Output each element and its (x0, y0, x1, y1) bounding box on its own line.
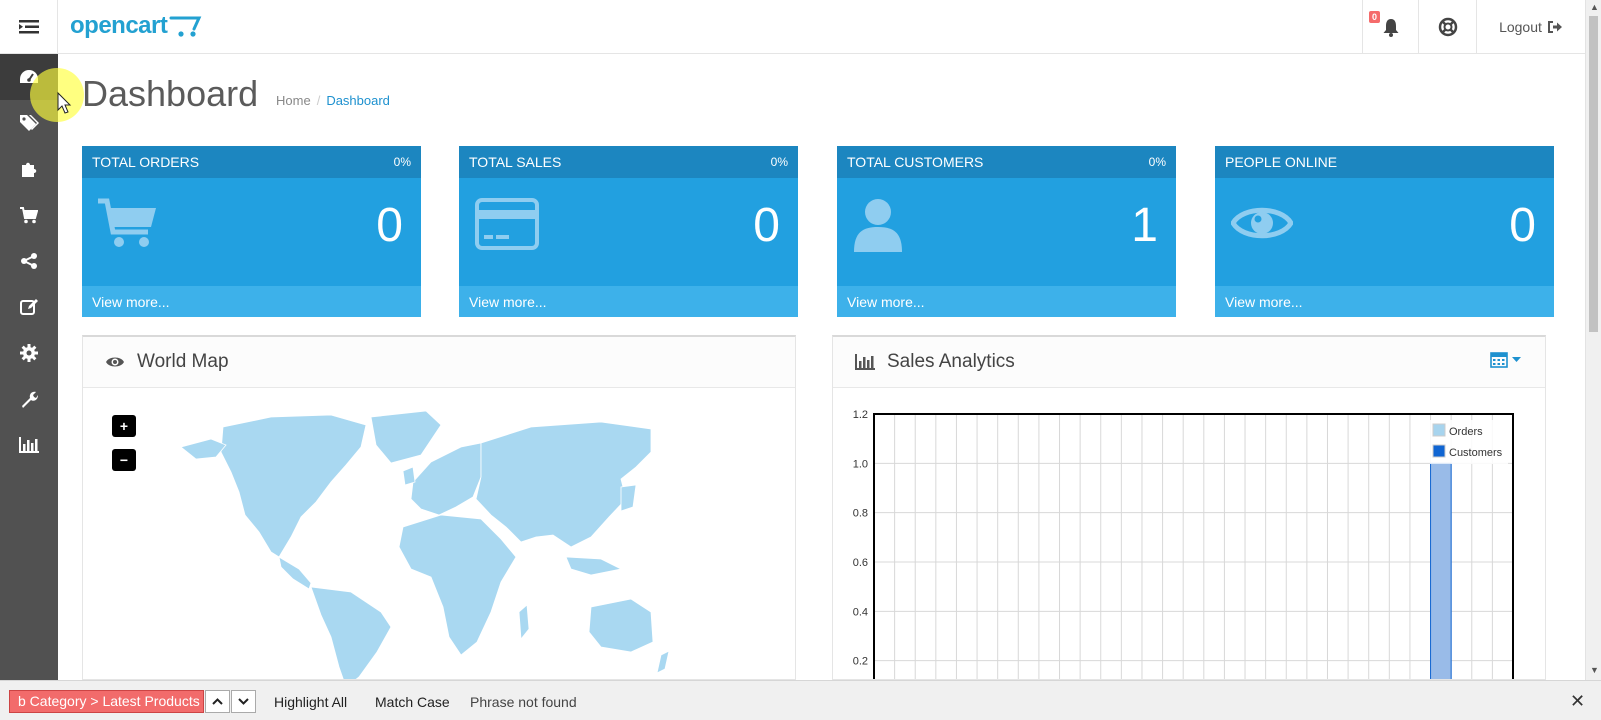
chart-y-tick-label: 1.0 (853, 458, 868, 470)
notifications-button[interactable] (1362, 0, 1418, 54)
browser-find-bar: b Category > Latest Products Highlight A… (0, 680, 1601, 720)
date-range-dropdown[interactable] (1490, 351, 1521, 368)
highlight-all-toggle[interactable]: Highlight All (274, 694, 347, 710)
scroll-down-arrow[interactable]: ▼ (1590, 665, 1599, 675)
world-map[interactable] (181, 407, 681, 680)
breadcrumb: Home / Dashboard (276, 93, 390, 108)
credit-card-icon (475, 198, 539, 250)
tile-percentage: 0% (770, 155, 788, 169)
tile-view-more-link[interactable]: View more... (459, 286, 798, 317)
bar-chart-icon (19, 437, 39, 453)
caret-down-icon (1512, 356, 1521, 362)
notification-badge: 0 (1369, 11, 1381, 23)
top-header: opencart 0 Logout (0, 0, 1585, 54)
breadcrumb-dashboard-link[interactable]: Dashboard (326, 93, 390, 108)
find-status: Phrase not found (470, 694, 577, 710)
find-input[interactable]: b Category > Latest Products (9, 690, 204, 713)
chart-bar (1430, 462, 1452, 679)
chart-legend-swatch (1432, 423, 1446, 437)
tile-view-more-link[interactable]: View more... (82, 286, 421, 317)
sidebar-item-customers[interactable] (0, 238, 58, 284)
bell-icon (1383, 18, 1398, 37)
chart-y-tick-label: 1.2 (853, 409, 868, 421)
logo-text: opencart (70, 12, 168, 39)
tile-view-more-link[interactable]: View more... (837, 286, 1176, 317)
menu-toggle-button[interactable] (0, 0, 58, 54)
world-map-panel: World Map + − (82, 335, 796, 680)
scroll-thumb[interactable] (1589, 16, 1598, 332)
tile-value: 0 (1509, 199, 1536, 252)
calendar-icon (1490, 352, 1508, 368)
map-zoom-out-button[interactable]: − (112, 449, 136, 471)
logout-label: Logout (1499, 19, 1542, 35)
sidebar-item-tools[interactable] (0, 376, 58, 422)
tile-title: TOTAL SALES (469, 154, 562, 170)
tile-value: 0 (376, 199, 403, 252)
logout-button[interactable]: Logout (1476, 0, 1585, 54)
cart-icon (98, 198, 156, 247)
chart-y-tick-label: 0.2 (853, 656, 868, 668)
page-scrollbar[interactable]: ▲ ▼ (1585, 0, 1601, 680)
tile-value: 0 (753, 199, 780, 252)
eye-icon (106, 357, 124, 367)
chart-legend-swatch (1432, 444, 1446, 458)
life-ring-icon (1438, 17, 1457, 37)
chart-plot-area (874, 414, 1513, 679)
find-previous-button[interactable] (205, 690, 230, 713)
tile-title: PEOPLE ONLINE (1225, 154, 1338, 170)
sales-analytics-panel: Sales Analytics 1.2 1.0 0.8 0.6 0.4 0.2 Orders… (832, 335, 1546, 680)
page-title: Dashboard (82, 73, 259, 114)
logo-cart-icon (169, 16, 202, 37)
match-case-toggle[interactable]: Match Case (375, 694, 450, 710)
sidebar-item-sales[interactable] (0, 192, 58, 238)
tile-value: 1 (1131, 199, 1158, 252)
find-close-button[interactable]: ✕ (1570, 691, 1585, 712)
sidebar-item-marketing[interactable] (0, 284, 58, 330)
wrench-icon (22, 391, 38, 408)
menu-icon (18, 20, 39, 34)
sales-analytics-title: Sales Analytics (887, 351, 1015, 372)
edit-icon (20, 299, 38, 315)
tile-percentage: 0% (1148, 155, 1166, 169)
chart-y-tick-label: 0.4 (853, 606, 868, 618)
chart-legend-label: Customers (1449, 447, 1503, 459)
puzzle-icon (22, 162, 37, 177)
opencart-logo[interactable]: opencart (70, 12, 203, 40)
mouse-cursor-highlight (30, 68, 84, 122)
share-icon (21, 253, 37, 269)
chart-legend-label: Orders (1449, 426, 1483, 438)
sidebar-nav (0, 54, 58, 680)
bar-chart-icon (855, 354, 875, 370)
chevron-down-icon (238, 698, 249, 705)
find-next-button[interactable] (231, 690, 256, 713)
chart-y-tick-label: 0.6 (853, 557, 868, 569)
chevron-up-icon (212, 698, 223, 705)
tile-total-orders: TOTAL ORDERS 0% 0 View more... (82, 146, 421, 317)
tile-total-sales: TOTAL SALES 0% 0 View more... (459, 146, 798, 317)
breadcrumb-home-link[interactable]: Home (276, 93, 311, 108)
cart-icon (20, 206, 38, 223)
sign-out-icon (1547, 21, 1562, 33)
sidebar-item-extensions[interactable] (0, 146, 58, 192)
tile-view-more-link[interactable]: View more... (1215, 286, 1554, 317)
eye-icon (1231, 207, 1293, 239)
scroll-up-arrow[interactable]: ▲ (1590, 2, 1599, 12)
tile-people-online: PEOPLE ONLINE 0 View more... (1215, 146, 1554, 317)
sidebar-item-reports[interactable] (0, 422, 58, 468)
sales-chart: 1.2 1.0 0.8 0.6 0.4 0.2 Orders Customers (853, 409, 1514, 679)
tile-title: TOTAL CUSTOMERS (847, 154, 984, 170)
help-button[interactable] (1418, 0, 1476, 54)
user-icon (854, 199, 902, 252)
tile-title: TOTAL ORDERS (92, 154, 200, 170)
gear-icon (20, 344, 38, 362)
world-map-title: World Map (137, 351, 229, 372)
tile-total-customers: TOTAL CUSTOMERS 0% 1 View more... (837, 146, 1176, 317)
tile-percentage: 0% (393, 155, 411, 169)
chart-y-tick-label: 0.8 (853, 508, 868, 520)
map-zoom-in-button[interactable]: + (112, 415, 136, 437)
sidebar-item-system[interactable] (0, 330, 58, 376)
